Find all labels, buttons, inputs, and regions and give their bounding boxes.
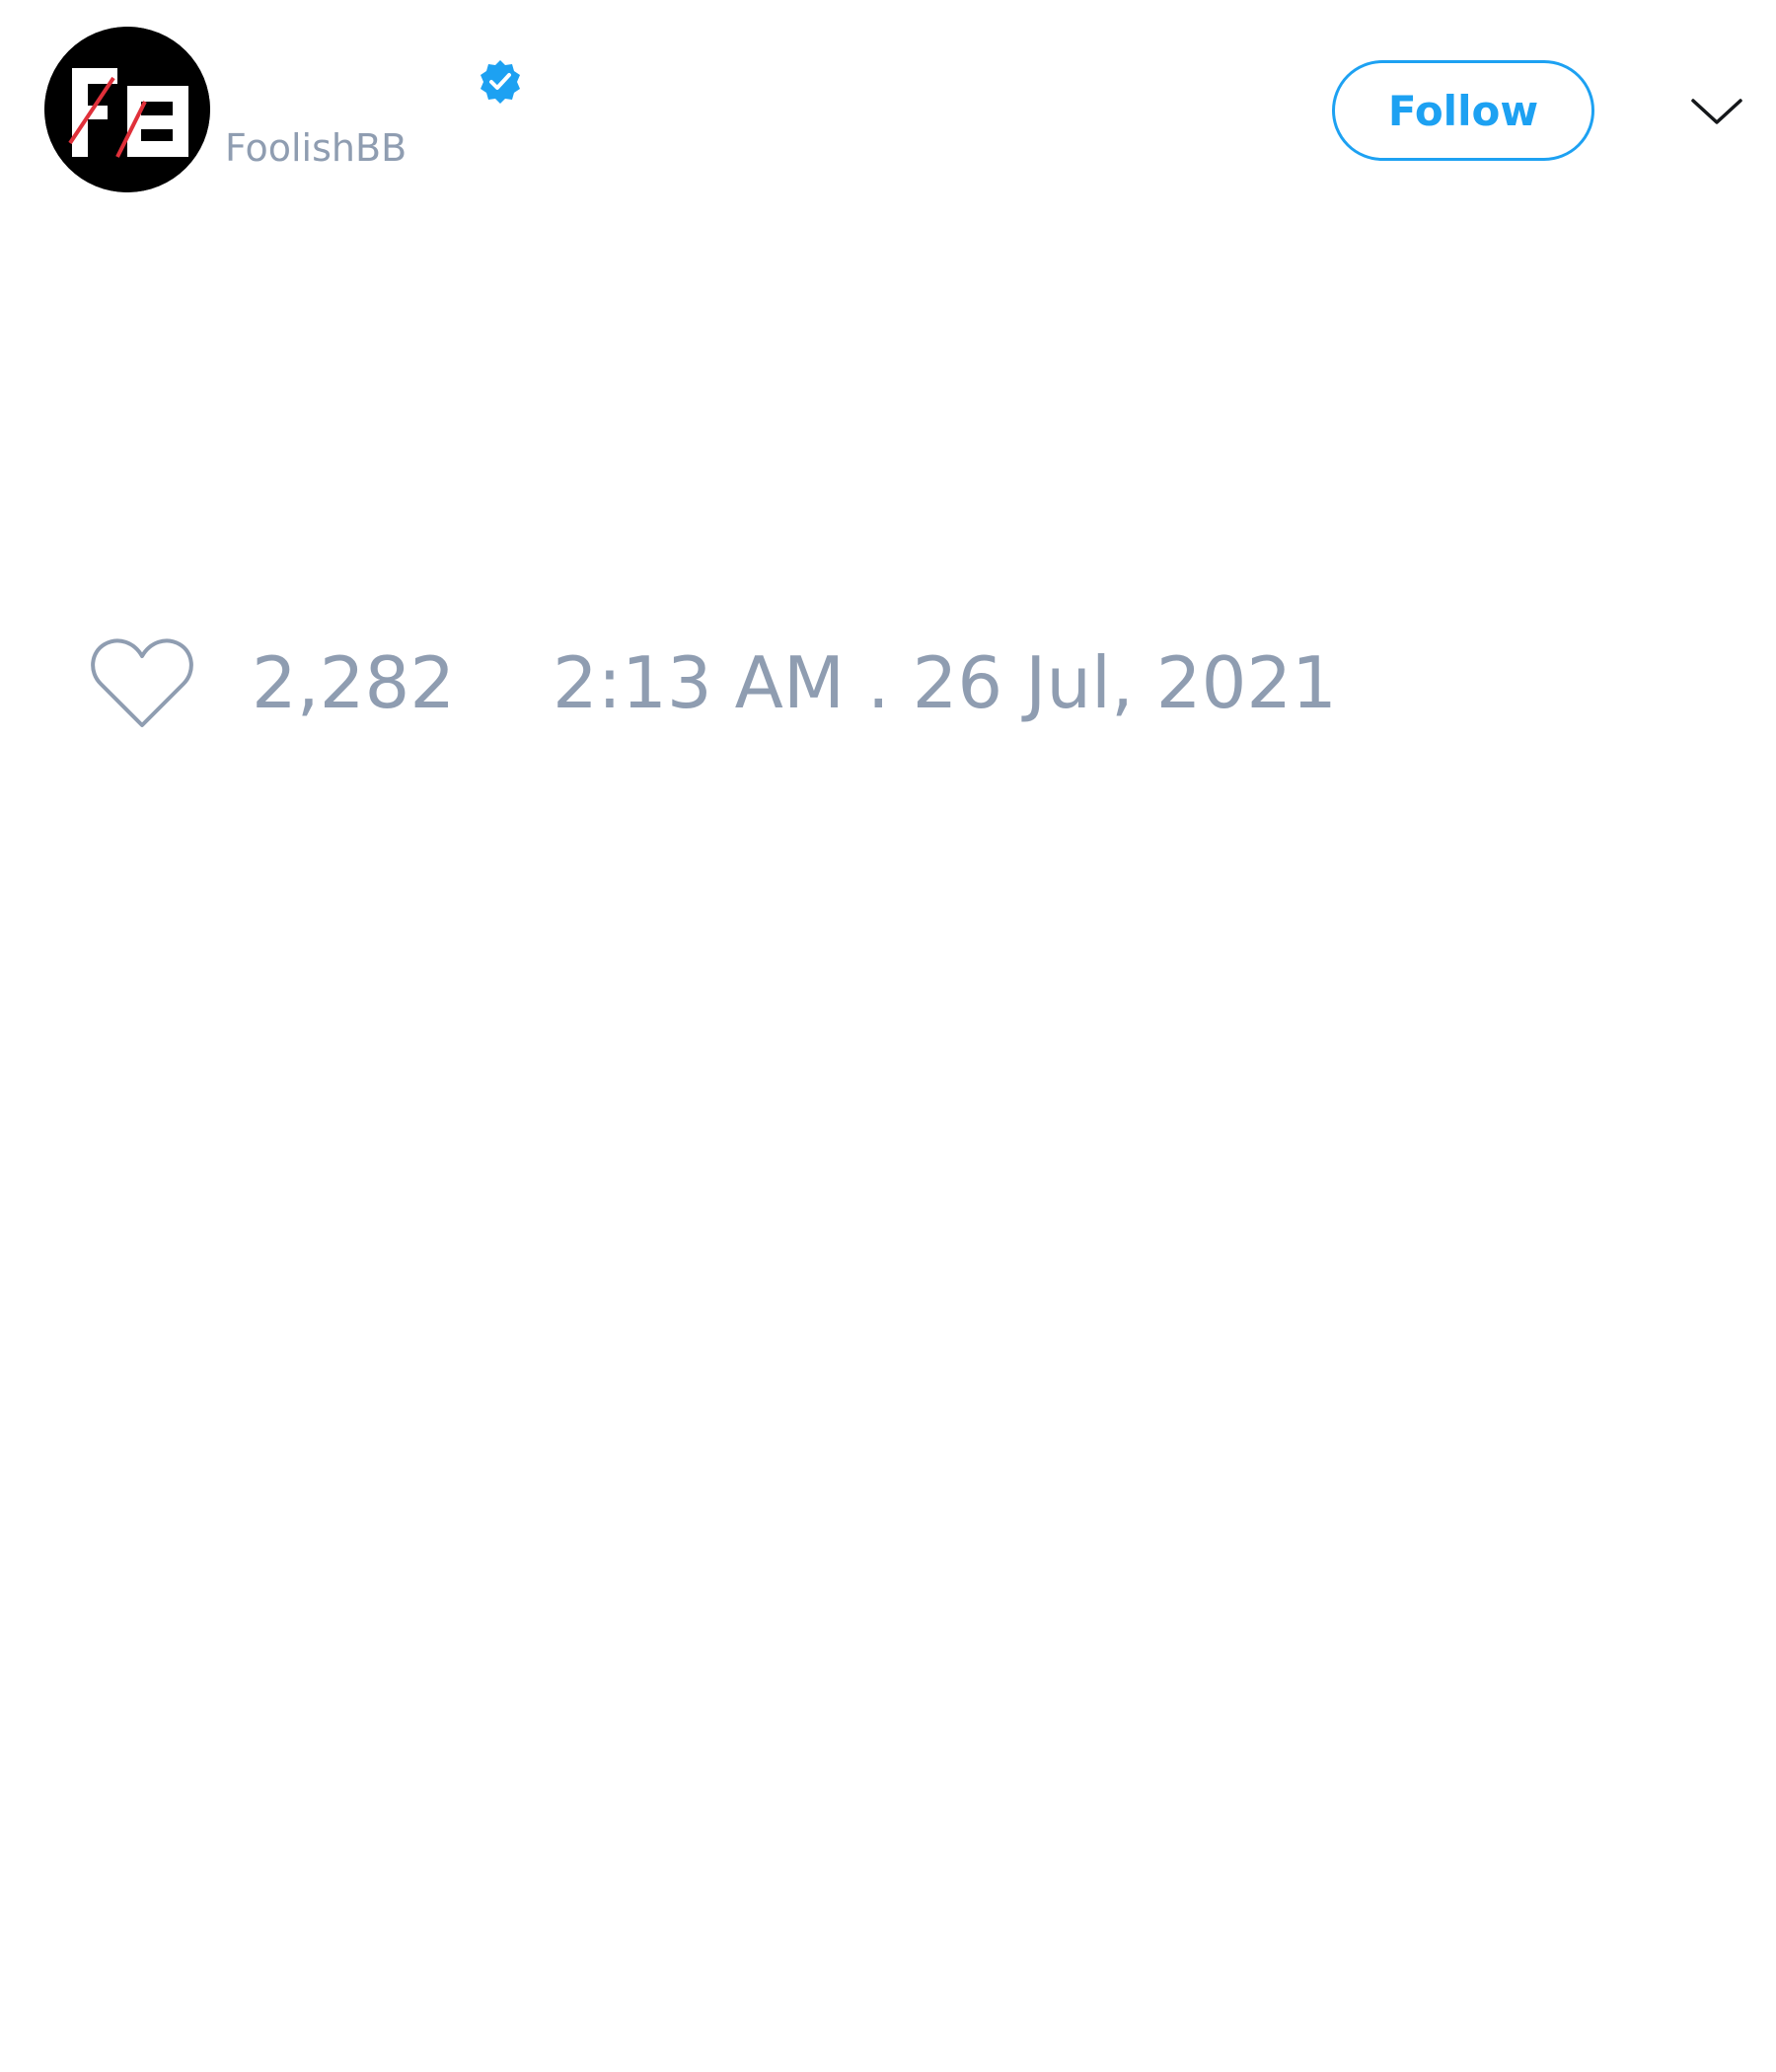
chevron-down-icon[interactable] [1687, 87, 1746, 134]
fb-logo-icon [44, 27, 210, 192]
tweet-timestamp[interactable]: 2:13 AM . 26 Jul, 2021 [553, 641, 1337, 724]
verified-badge-icon [477, 58, 524, 106]
like-count[interactable]: 2,282 [252, 641, 455, 724]
follow-button[interactable]: Follow [1332, 60, 1594, 161]
heart-icon[interactable] [87, 634, 197, 733]
tweet-body [44, 217, 1722, 592]
author-handle[interactable]: FoolishBB [225, 126, 407, 170]
avatar[interactable] [44, 27, 210, 192]
tweet-card: FoolishBB Follow 2,282 2:13 AM . 26 Jul,… [0, 0, 1776, 2072]
display-name[interactable] [225, 57, 472, 101]
